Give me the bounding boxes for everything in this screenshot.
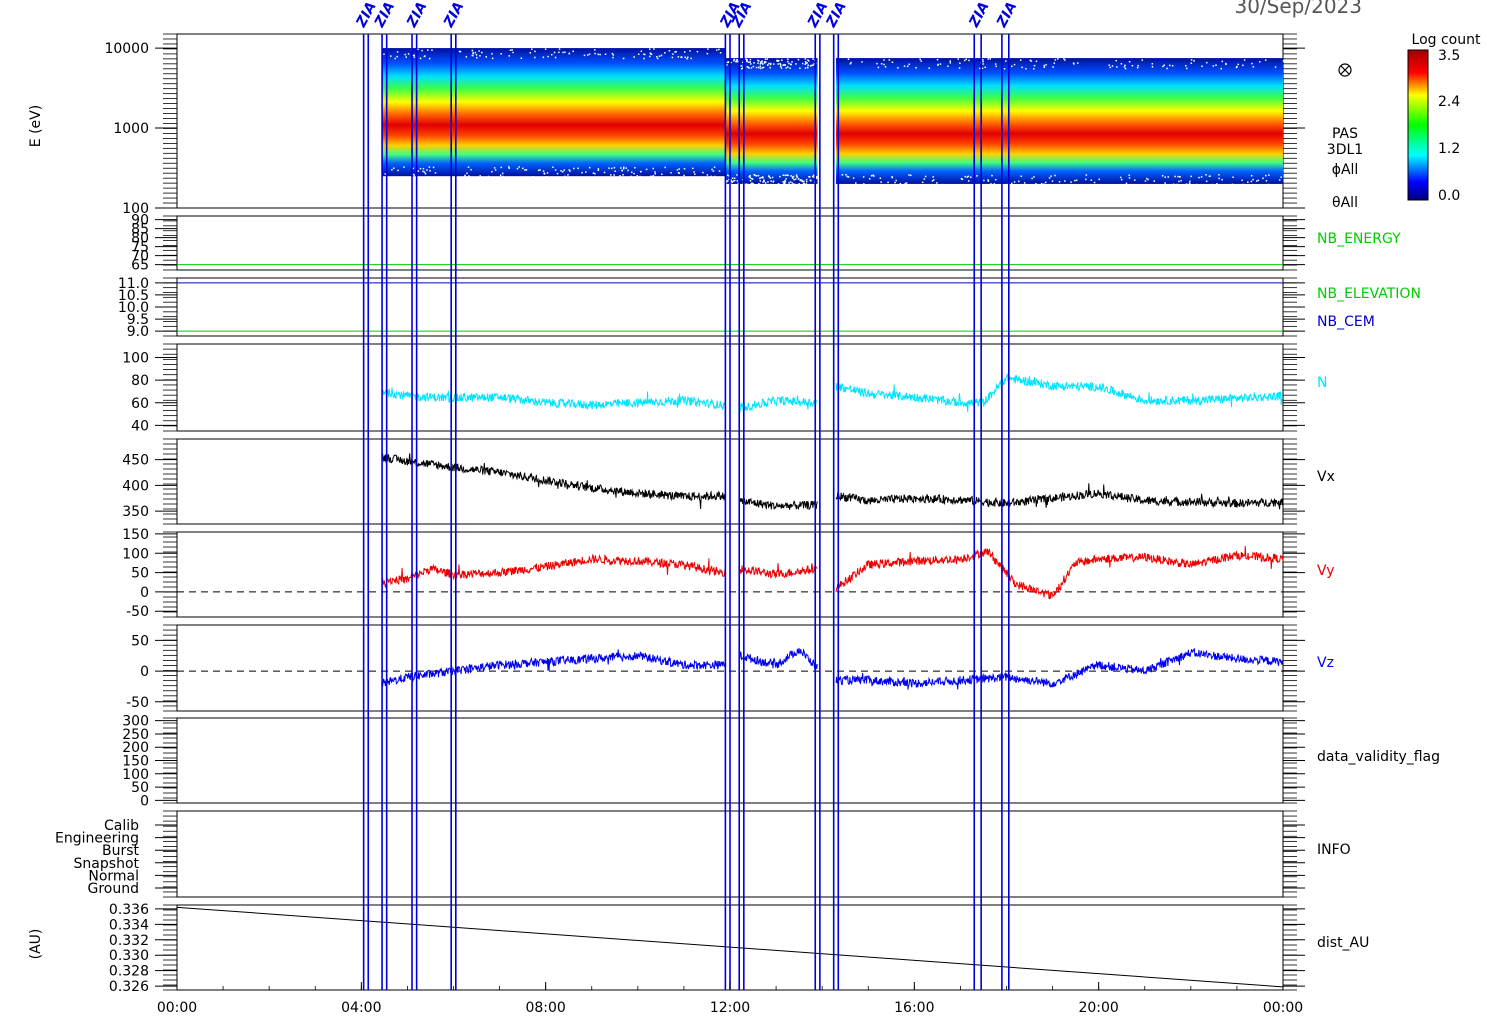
spec-label: PAS xyxy=(1332,126,1358,142)
series-line-Vz xyxy=(381,647,1284,690)
panel-label: Vz xyxy=(1317,655,1334,671)
y-tick-label: 40 xyxy=(131,418,149,434)
spectrogram-block xyxy=(835,58,1283,184)
panel-label: NB_ENERGY xyxy=(1317,231,1401,247)
colorbar-title: Log count xyxy=(1412,32,1481,48)
colorbar-gradient xyxy=(1407,49,1429,201)
energy-axis-label: E (eV) xyxy=(28,105,44,147)
colorbar-tick: 2.4 xyxy=(1438,94,1460,110)
y-tick-label: 0.326 xyxy=(109,979,149,995)
colorbar-tick: 0.0 xyxy=(1438,188,1460,204)
series-line-Vx xyxy=(381,452,1284,510)
y-tick-label: -50 xyxy=(126,695,149,711)
series-line-N xyxy=(381,373,1284,413)
series-line-Vy xyxy=(381,545,1284,600)
panel-spectrogram: 100001000100 xyxy=(104,33,1305,217)
x-tick-label: 08:00 xyxy=(525,1000,565,1016)
panel-vx: 450 400 350 Vx xyxy=(122,438,1335,525)
chart-stack: 30/Sep/2023 Log count 3.5 2.4 1.2 0.0 PA… xyxy=(0,0,1512,1024)
y-tick-label: 80 xyxy=(131,373,149,389)
y-tick-label: 10000 xyxy=(104,41,149,57)
x-tick-label: 20:00 xyxy=(1078,1000,1118,1016)
panel-label: NB_CEM xyxy=(1317,314,1375,330)
dist-axis-label: (AU) xyxy=(28,929,44,960)
panel-nb_elevation: 11.010.510.09.59.0NB_ELEVATIONNB_CEM xyxy=(118,276,1421,340)
spec-label: ϕAll xyxy=(1332,162,1359,178)
y-tick-label: 100 xyxy=(122,546,149,562)
y-tick-label: 450 xyxy=(122,453,149,469)
panel-data_validity_flag: 300250200150100500data_validity_flag xyxy=(122,714,1440,810)
spectrogram-block xyxy=(382,48,726,177)
y-tick-label: 65 xyxy=(131,258,149,274)
otimes-icon xyxy=(1338,63,1352,77)
panel-info: CalibEngineeringBurstSnapshotNormalGroun… xyxy=(55,810,1351,898)
x-tick-label: 00:00 xyxy=(1263,1000,1303,1016)
y-tick-label: 0.328 xyxy=(109,964,149,980)
date-label: 30/Sep/2023 xyxy=(1234,0,1362,18)
y-tick-label: 0 xyxy=(140,585,149,601)
panel-label: Vx xyxy=(1317,469,1335,485)
info-category-label: Ground xyxy=(88,881,140,897)
y-tick-label: 100 xyxy=(122,351,149,367)
panel-label: NB_ELEVATION xyxy=(1317,286,1421,302)
y-tick-label: 150 xyxy=(122,527,149,543)
colorbar-tick: 3.5 xyxy=(1438,48,1460,64)
panel-vy: 150 100 50 0 -50 Vy xyxy=(122,527,1334,620)
y-tick-label: 0.330 xyxy=(109,948,149,964)
y-tick-label: 50 xyxy=(131,633,149,649)
y-tick-label: 0.334 xyxy=(109,917,149,933)
x-tick-label: 12:00 xyxy=(710,1000,750,1016)
spec-label: θAll xyxy=(1332,195,1358,211)
spec-label: 3DL1 xyxy=(1327,142,1363,158)
panel-label: data_validity_flag xyxy=(1317,749,1440,765)
panel-label: INFO xyxy=(1317,842,1351,858)
x-tick-label: 00:00 xyxy=(157,1000,197,1016)
event-marker-tag: ZIA xyxy=(966,0,993,31)
y-tick-label: 400 xyxy=(122,478,149,494)
event-marker-tag: ZIA xyxy=(404,0,431,31)
event-marker-tag: ZIA xyxy=(440,0,467,31)
y-tick-label: 0.332 xyxy=(109,933,149,949)
y-tick-label: 350 xyxy=(122,504,149,520)
panel-label: N xyxy=(1317,375,1327,391)
colorbar-tick: 1.2 xyxy=(1438,141,1460,157)
y-tick-label: 1000 xyxy=(113,121,149,137)
y-tick-label: 60 xyxy=(131,396,149,412)
y-tick-label: 0.336 xyxy=(109,902,149,918)
colorbar: Log count 3.5 2.4 1.2 0.0 xyxy=(1407,32,1481,204)
multi-panel-plot: 30/Sep/2023 Log count 3.5 2.4 1.2 0.0 PA… xyxy=(28,0,1481,1016)
x-tick-label: 16:00 xyxy=(894,1000,934,1016)
y-tick-label: 9.0 xyxy=(127,324,149,340)
y-tick-label: 50 xyxy=(131,566,149,582)
panel-label: Vy xyxy=(1317,563,1335,579)
y-tick-label: 0 xyxy=(140,793,149,809)
spectrogram-right-labels: PAS 3DL1 ϕAll θAll xyxy=(1327,63,1363,211)
panel-label: dist_AU xyxy=(1317,935,1369,951)
y-tick-label: 0 xyxy=(140,664,149,680)
x-tick-label: 04:00 xyxy=(341,1000,381,1016)
event-marker-tag: ZIA xyxy=(993,0,1020,31)
y-tick-label: -50 xyxy=(126,604,149,620)
panel-nb_energy: 908580757065NB_ENERGY xyxy=(131,213,1401,274)
